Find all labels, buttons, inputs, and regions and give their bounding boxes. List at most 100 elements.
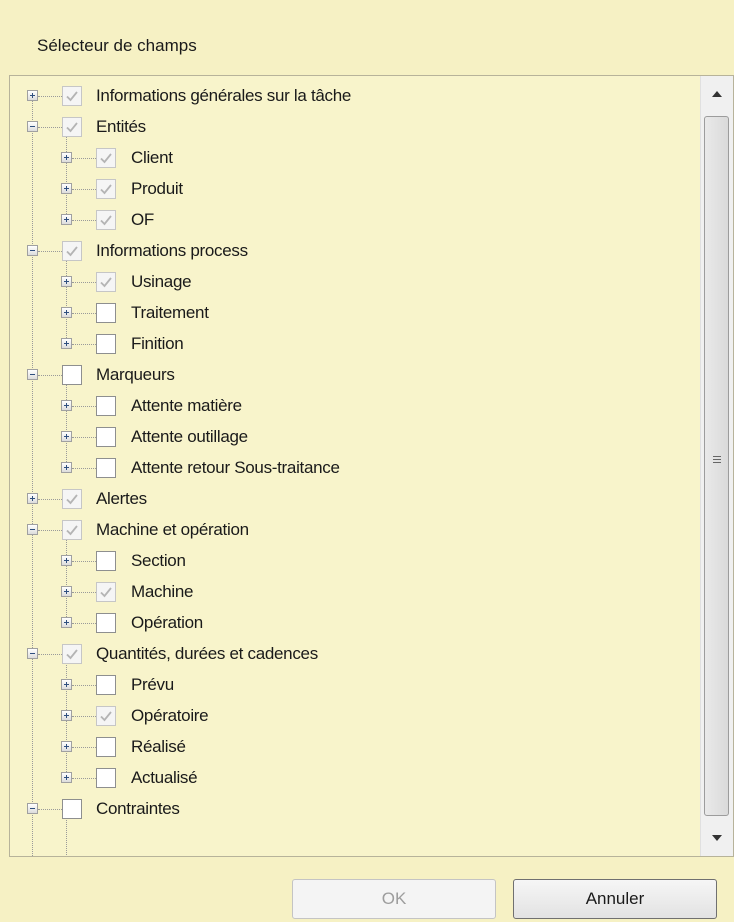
tree-node[interactable]: Actualisé bbox=[10, 763, 701, 794]
dialog-footer: OK Annuler bbox=[0, 858, 734, 922]
node-checkbox[interactable] bbox=[62, 365, 82, 385]
node-checkbox[interactable] bbox=[96, 675, 116, 695]
tree-node[interactable]: Section bbox=[10, 546, 701, 577]
node-checkbox bbox=[96, 148, 116, 168]
collapse-icon[interactable] bbox=[27, 803, 38, 814]
expand-icon[interactable] bbox=[61, 338, 72, 349]
tree-node[interactable]: Usinage bbox=[10, 267, 701, 298]
expand-icon[interactable] bbox=[61, 307, 72, 318]
expand-icon[interactable] bbox=[61, 400, 72, 411]
node-checkbox[interactable] bbox=[96, 458, 116, 478]
arrow-down-icon bbox=[712, 835, 722, 841]
node-checkbox[interactable] bbox=[96, 396, 116, 416]
tree-node-label: Attente outillage bbox=[131, 427, 248, 446]
tree-node-label: Usinage bbox=[131, 272, 192, 291]
tree-node-label: Quantités, durées et cadences bbox=[96, 644, 318, 663]
tree-node-label: Entités bbox=[96, 117, 146, 136]
expand-icon[interactable] bbox=[61, 679, 72, 690]
tree-node-label: Prévu bbox=[131, 675, 174, 694]
tree-node[interactable]: Opération bbox=[10, 608, 701, 639]
tree-node[interactable]: Client bbox=[10, 143, 701, 174]
tree-node[interactable]: Contraintes bbox=[10, 794, 701, 825]
tree-node-label: Informations générales sur la tâche bbox=[96, 86, 352, 105]
expand-icon[interactable] bbox=[61, 214, 72, 225]
collapse-icon[interactable] bbox=[27, 245, 38, 256]
tree-node-label: Contraintes bbox=[96, 799, 180, 818]
tree-node[interactable]: OF bbox=[10, 205, 701, 236]
node-checkbox bbox=[96, 706, 116, 726]
cancel-button[interactable]: Annuler bbox=[513, 879, 717, 919]
tree-node-label: Marqueurs bbox=[96, 365, 175, 384]
expand-icon[interactable] bbox=[61, 276, 72, 287]
node-checkbox bbox=[62, 520, 82, 540]
tree-node[interactable]: Prévu bbox=[10, 670, 701, 701]
node-checkbox[interactable] bbox=[96, 427, 116, 447]
node-checkbox[interactable] bbox=[96, 613, 116, 633]
tree-node-label: Informations process bbox=[96, 241, 248, 260]
tree-node-label: Réalisé bbox=[131, 737, 186, 756]
expand-icon[interactable] bbox=[61, 183, 72, 194]
expand-icon[interactable] bbox=[61, 462, 72, 473]
expand-icon[interactable] bbox=[61, 555, 72, 566]
tree-node[interactable]: Attente retour Sous-traitance bbox=[10, 453, 701, 484]
expand-icon[interactable] bbox=[61, 431, 72, 442]
tree-node[interactable]: Entités bbox=[10, 112, 701, 143]
tree-node[interactable]: Opératoire bbox=[10, 701, 701, 732]
node-checkbox[interactable] bbox=[96, 768, 116, 788]
tree-node[interactable]: Machine et opération bbox=[10, 515, 701, 546]
node-checkbox bbox=[62, 117, 82, 137]
node-checkbox bbox=[62, 86, 82, 106]
field-tree[interactable]: Informations générales sur la tâche Entit… bbox=[10, 76, 701, 856]
tree-node-label: Machine et opération bbox=[96, 520, 249, 539]
tree-node[interactable]: Alertes bbox=[10, 484, 701, 515]
tree-node-label: Finition bbox=[131, 334, 184, 353]
tree-node-label: Attente matière bbox=[131, 396, 242, 415]
expand-icon[interactable] bbox=[61, 772, 72, 783]
node-checkbox bbox=[96, 179, 116, 199]
tree-node-label: Attente retour Sous-traitance bbox=[131, 458, 340, 477]
collapse-icon[interactable] bbox=[27, 648, 38, 659]
tree-node[interactable]: Finition bbox=[10, 329, 701, 360]
vertical-scrollbar[interactable] bbox=[700, 76, 733, 856]
tree-node[interactable]: Attente matière bbox=[10, 391, 701, 422]
scroll-up-button[interactable] bbox=[701, 78, 733, 110]
collapse-icon[interactable] bbox=[27, 369, 38, 380]
ok-button[interactable]: OK bbox=[292, 879, 496, 919]
arrow-up-icon bbox=[712, 91, 722, 97]
tree-node[interactable]: Quantités, durées et cadences bbox=[10, 639, 701, 670]
tree-node-label: Produit bbox=[131, 179, 183, 198]
expand-icon[interactable] bbox=[27, 493, 38, 504]
collapse-icon[interactable] bbox=[27, 524, 38, 535]
expand-icon[interactable] bbox=[61, 617, 72, 628]
node-checkbox[interactable] bbox=[96, 737, 116, 757]
tree-node[interactable]: Traitement bbox=[10, 298, 701, 329]
tree-node[interactable]: Produit bbox=[10, 174, 701, 205]
scroll-thumb[interactable] bbox=[704, 116, 729, 816]
tree-node[interactable]: Marqueurs bbox=[10, 360, 701, 391]
node-checkbox bbox=[62, 489, 82, 509]
collapse-icon[interactable] bbox=[27, 121, 38, 132]
node-checkbox bbox=[96, 582, 116, 602]
expand-icon[interactable] bbox=[61, 152, 72, 163]
field-tree-panel: Informations générales sur la tâche Entit… bbox=[9, 75, 734, 857]
tree-node[interactable]: Informations process bbox=[10, 236, 701, 267]
expand-icon[interactable] bbox=[27, 90, 38, 101]
tree-node[interactable]: Attente outillage bbox=[10, 422, 701, 453]
node-checkbox bbox=[62, 644, 82, 664]
scroll-down-button[interactable] bbox=[701, 822, 733, 854]
node-checkbox[interactable] bbox=[96, 303, 116, 323]
expand-icon[interactable] bbox=[61, 741, 72, 752]
tree-node[interactable]: Machine bbox=[10, 577, 701, 608]
node-checkbox[interactable] bbox=[96, 551, 116, 571]
tree-node[interactable]: Informations générales sur la tâche bbox=[10, 81, 701, 112]
tree-node[interactable]: Réalisé bbox=[10, 732, 701, 763]
tree-node-label: Traitement bbox=[131, 303, 209, 322]
node-checkbox bbox=[62, 241, 82, 261]
node-checkbox[interactable] bbox=[96, 334, 116, 354]
dialog-title: Sélecteur de champs bbox=[37, 36, 197, 55]
tree-node-label: Actualisé bbox=[131, 768, 198, 787]
tree-node-label: Section bbox=[131, 551, 186, 570]
expand-icon[interactable] bbox=[61, 586, 72, 597]
node-checkbox[interactable] bbox=[62, 799, 82, 819]
expand-icon[interactable] bbox=[61, 710, 72, 721]
